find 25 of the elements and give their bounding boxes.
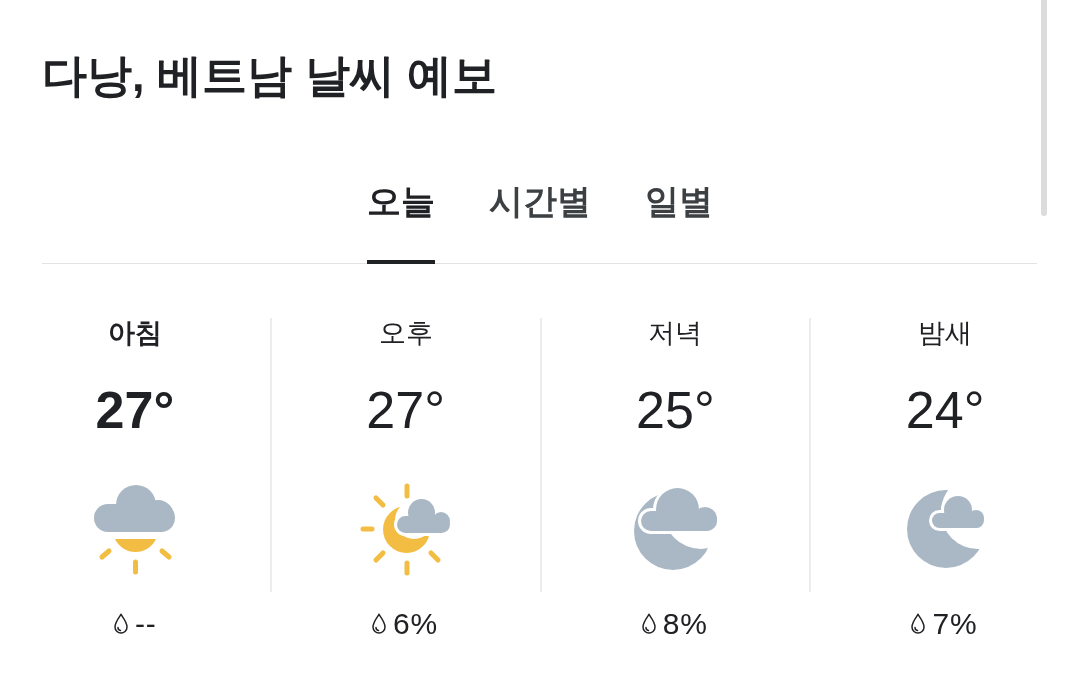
tab[interactable]: 오늘	[366, 177, 435, 264]
temperature: 24°	[905, 380, 985, 440]
moon-cloud-icon	[632, 487, 718, 571]
raindrop-icon	[370, 613, 387, 635]
precipitation-chance: 7%	[932, 607, 978, 641]
precipitation-chance: 6%	[392, 607, 439, 641]
cloud-sun-icon	[92, 483, 177, 575]
period-label: 아침	[107, 318, 162, 348]
raindrop-icon	[640, 613, 657, 635]
raindrop-icon	[910, 613, 927, 635]
precipitation-chance: 8%	[662, 607, 709, 641]
temperature: 27°	[95, 380, 175, 440]
raindrop-icon	[112, 613, 129, 635]
period-label: 저녁	[648, 318, 703, 348]
tab[interactable]: 시간별	[488, 177, 591, 264]
scroll-thumb[interactable]	[1041, 0, 1047, 216]
period-label: 오후	[378, 318, 433, 348]
moon-cloud-icon	[905, 489, 985, 569]
tab[interactable]: 일별	[644, 177, 713, 264]
period-label: 밤새	[918, 318, 973, 348]
precipitation-chance: --	[134, 607, 157, 641]
temperature: 27°	[366, 380, 445, 440]
page-title: 다낭, 베트남 날씨 예보	[42, 49, 497, 103]
sun-moon-cloud-icon	[359, 482, 452, 576]
temperature: 25°	[636, 380, 715, 440]
